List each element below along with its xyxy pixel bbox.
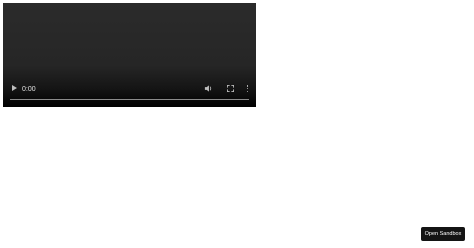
time-display: 0:00 [22,86,36,93]
volume-icon[interactable] [204,84,213,96]
progress-bar[interactable] [10,99,249,100]
open-sandbox-button[interactable]: Open Sandbox [421,227,465,241]
fullscreen-icon[interactable] [227,85,234,95]
play-icon[interactable] [12,85,17,91]
video-player[interactable]: 0:00 [3,3,256,107]
more-options-icon[interactable] [246,85,249,93]
video-controls: 0:00 [3,81,256,107]
